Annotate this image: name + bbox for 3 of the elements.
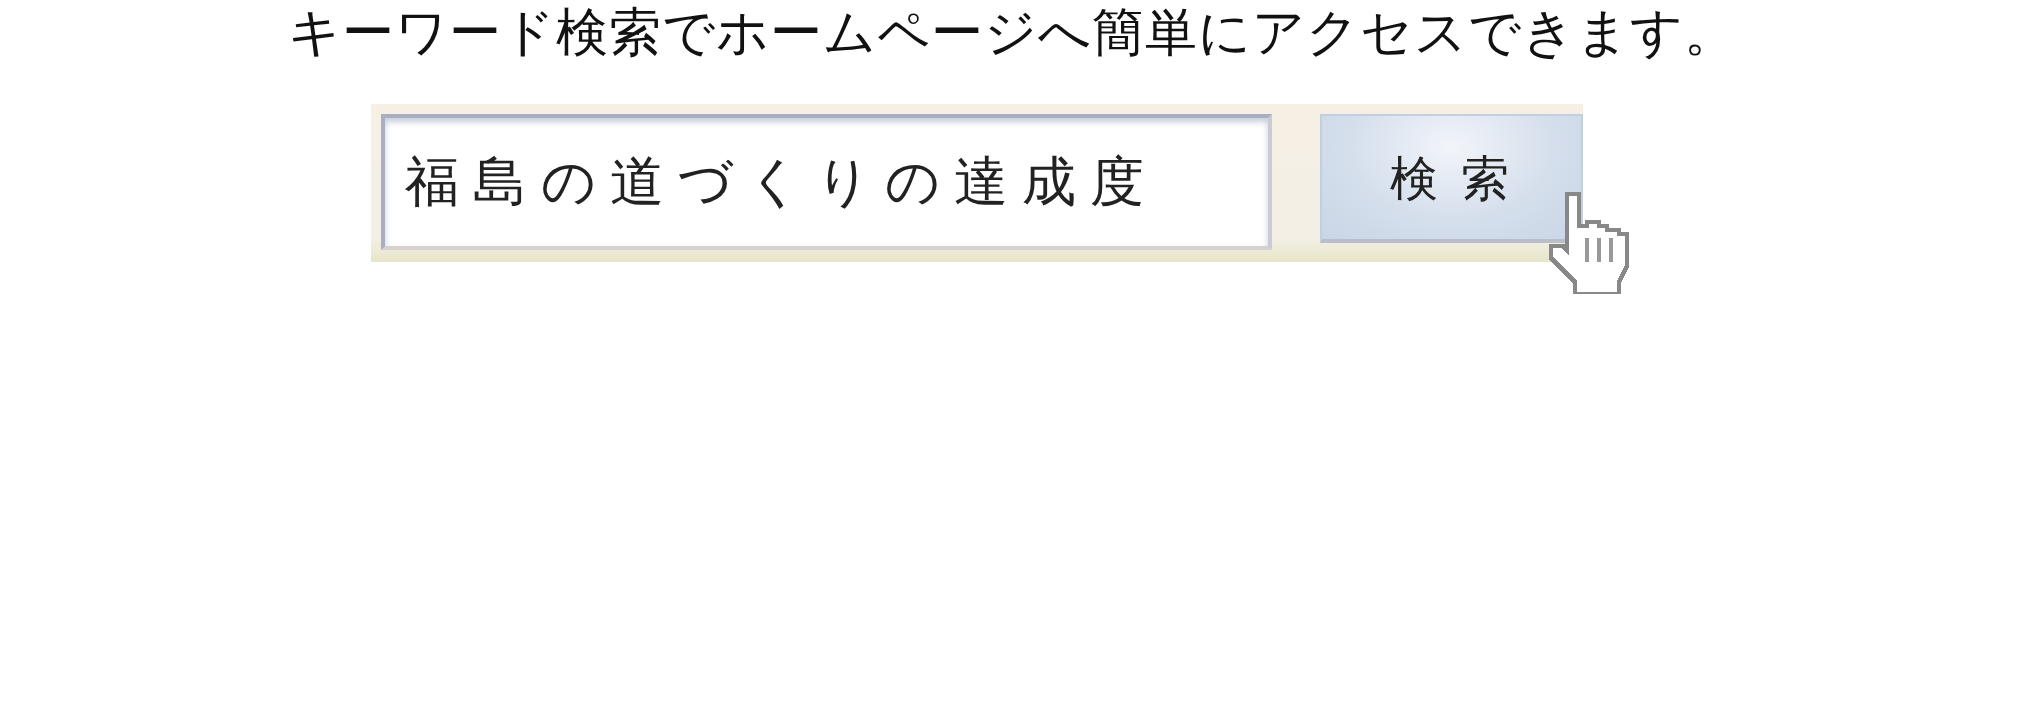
search-button[interactable]: 検 索: [1320, 114, 1583, 243]
heading: キーワード検索でホームページへ簡単にアクセスできます。: [288, 1, 1737, 58]
search-field[interactable]: 福島の道づくりの達成度: [381, 114, 1272, 250]
